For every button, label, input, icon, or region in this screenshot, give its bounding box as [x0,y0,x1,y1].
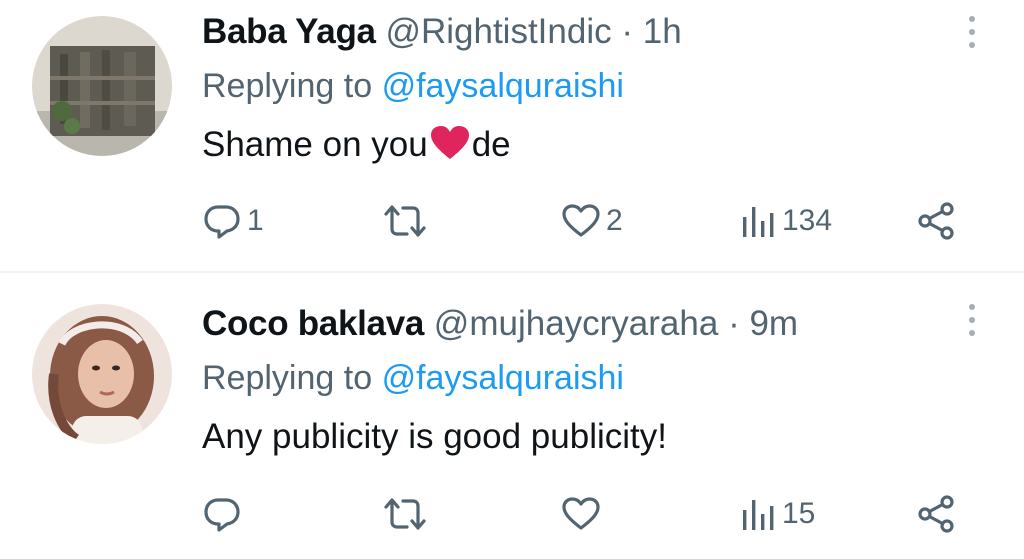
timestamp[interactable]: 1h [643,12,682,51]
reply-icon [204,205,240,239]
reply-count: 1 [247,204,264,237]
display-name[interactable]: Coco baklava [202,304,424,343]
replying-to-label: Replying to [202,67,373,105]
user-handle[interactable]: @RightistIndic [385,12,611,51]
tweet-1[interactable]: Baba Yaga @RightistIndic · 1h Replying t… [0,0,1024,272]
share-button[interactable] [916,196,956,246]
retweet-button[interactable] [382,196,434,246]
reply-button[interactable] [203,489,247,539]
replying-to-line: Replying to @faysalquraishi [202,64,624,108]
views-count: 134 [782,204,833,237]
tweet-text-part-2: de [471,125,511,164]
views-button[interactable]: 15 [740,489,815,539]
share-icon [918,495,954,533]
display-name[interactable]: Baba Yaga [202,12,376,51]
like-button[interactable]: 2 [562,196,623,246]
views-icon [743,500,774,530]
tweet-header: Coco baklava @mujhaycryaraha · 9m [202,302,798,346]
tweet-text: Any publicity is good publicity! [202,417,667,456]
views-icon [743,207,774,237]
replying-to-label: Replying to [202,359,373,397]
share-button[interactable] [916,489,956,539]
like-icon [562,497,600,530]
tweet-text: Shame on you de [202,122,511,173]
user-handle[interactable]: @mujhaycryaraha [434,304,719,343]
views-count: 15 [782,497,816,530]
avatar-image [32,16,172,156]
tweet-header: Baba Yaga @RightistIndic · 1h [202,10,682,54]
more-options-icon[interactable] [960,300,984,340]
like-count: 2 [606,204,623,237]
replying-to-mention[interactable]: @faysalquraishi [382,67,624,105]
separator-dot: · [621,12,633,51]
avatar-baba-yaga[interactable] [32,16,172,156]
tweet-actions: 15 [0,489,1024,539]
tweet-2[interactable]: Coco baklava @mujhaycryaraha · 9m Replyi… [0,274,1024,559]
retweet-icon [384,498,426,530]
retweet-button[interactable] [382,489,434,539]
red-heart-emoji [430,125,470,173]
reply-button[interactable]: 1 [203,196,264,246]
tweet-divider [0,271,1024,273]
retweet-icon [384,205,426,237]
tweet-text-part-1: Shame on you [202,125,428,164]
more-options-icon[interactable] [960,12,984,52]
timestamp[interactable]: 9m [749,304,798,343]
like-icon [562,204,600,237]
separator-dot: · [728,304,740,343]
like-button[interactable] [562,489,606,539]
avatar-coco-baklava[interactable] [32,304,172,444]
share-icon [918,202,954,240]
replying-to-line: Replying to @faysalquraishi [202,356,624,400]
tweet-actions: 1 2 134 [0,196,1024,246]
avatar-image [32,304,172,444]
views-button[interactable]: 134 [740,196,832,246]
replying-to-mention[interactable]: @faysalquraishi [382,359,624,397]
reply-icon [204,498,240,532]
